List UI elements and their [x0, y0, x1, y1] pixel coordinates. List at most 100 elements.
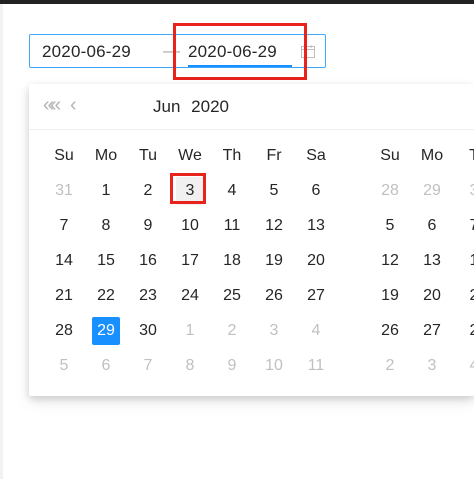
- date-cell[interactable]: 11: [295, 348, 337, 383]
- date-number: 9: [143, 216, 153, 234]
- date-cell[interactable]: 28: [369, 173, 411, 208]
- calendar-header: « « ‹ Jun 2020: [29, 84, 474, 130]
- date-cell[interactable]: 2: [453, 313, 474, 348]
- date-cell[interactable]: 6: [295, 173, 337, 208]
- date-cell[interactable]: 5: [253, 173, 295, 208]
- date-number: 13: [423, 251, 441, 269]
- date-cell[interactable]: 10: [169, 208, 211, 243]
- date-cell[interactable]: 20: [411, 278, 453, 313]
- date-cell[interactable]: 2: [211, 313, 253, 348]
- date-cell[interactable]: 7: [43, 208, 85, 243]
- date-cell[interactable]: 30: [127, 313, 169, 348]
- date-cell[interactable]: 12: [369, 243, 411, 278]
- date-cell[interactable]: 5: [369, 208, 411, 243]
- left-week-row: 31 1 2 3 4 5 6: [43, 173, 337, 208]
- date-cell[interactable]: 8: [85, 208, 127, 243]
- date-number: 20: [423, 286, 441, 304]
- date-number: 9: [227, 356, 237, 374]
- date-cell[interactable]: 3: [253, 313, 295, 348]
- date-cell[interactable]: 14: [43, 243, 85, 278]
- date-cell[interactable]: 6: [85, 348, 127, 383]
- date-number: 3: [269, 321, 279, 339]
- date-cell[interactable]: 1: [453, 243, 474, 278]
- right-weekday-row: Su Mo T: [369, 138, 474, 173]
- date-cell[interactable]: 15: [85, 243, 127, 278]
- date-cell[interactable]: 2: [127, 173, 169, 208]
- date-number: 27: [307, 286, 325, 304]
- date-cell[interactable]: 3: [453, 173, 474, 208]
- left-week-row: 14 15 16 17 18 19 20: [43, 243, 337, 278]
- highlighted-date-cell[interactable]: 3: [169, 173, 211, 208]
- date-cell[interactable]: 28: [43, 313, 85, 348]
- date-cell[interactable]: 19: [253, 243, 295, 278]
- date-cell[interactable]: 7: [453, 208, 474, 243]
- date-cell[interactable]: 6: [411, 208, 453, 243]
- date-number: 21: [55, 286, 73, 304]
- date-number: 26: [381, 321, 399, 339]
- date-number: 7: [460, 212, 474, 240]
- date-number: 15: [97, 251, 115, 269]
- date-number: 23: [139, 286, 157, 304]
- date-cell[interactable]: 24: [169, 278, 211, 313]
- date-cell[interactable]: 27: [295, 278, 337, 313]
- date-cell[interactable]: 20: [295, 243, 337, 278]
- date-cell[interactable]: 31: [43, 173, 85, 208]
- date-cell[interactable]: 3: [411, 348, 453, 383]
- date-cell[interactable]: 10: [253, 348, 295, 383]
- date-cell[interactable]: 8: [169, 348, 211, 383]
- date-cell[interactable]: 19: [369, 278, 411, 313]
- date-cell[interactable]: 4: [211, 173, 253, 208]
- header-year[interactable]: 2020: [191, 97, 229, 116]
- header-month[interactable]: Jun: [153, 97, 180, 116]
- date-number: 4: [227, 181, 237, 199]
- date-number: 10: [265, 356, 283, 374]
- date-cell[interactable]: 25: [211, 278, 253, 313]
- date-number: 5: [385, 216, 395, 234]
- date-number: 12: [381, 251, 399, 269]
- date-cell[interactable]: 17: [169, 243, 211, 278]
- date-number: 29: [423, 181, 441, 199]
- date-number: 19: [265, 251, 283, 269]
- date-cell[interactable]: 4: [295, 313, 337, 348]
- date-cell[interactable]: 4: [453, 348, 474, 383]
- date-cell[interactable]: 29: [411, 173, 453, 208]
- date-cell[interactable]: 21: [43, 278, 85, 313]
- date-cell[interactable]: 22: [85, 278, 127, 313]
- date-cell[interactable]: 23: [127, 278, 169, 313]
- date-number: 4: [311, 321, 321, 339]
- date-number: 22: [97, 286, 115, 304]
- date-cell[interactable]: 11: [211, 208, 253, 243]
- calendar-dropdown: « « ‹ Jun 2020 Su Mo Tu We Th Fr Sa 31 1 2 3 4 5 6 7 8 9…: [29, 84, 474, 396]
- date-cell[interactable]: 13: [295, 208, 337, 243]
- date-cell[interactable]: 26: [369, 313, 411, 348]
- weekday-label: Fr: [266, 146, 282, 164]
- date-cell[interactable]: 16: [127, 243, 169, 278]
- prev-month-button[interactable]: ‹: [70, 95, 77, 115]
- date-cell[interactable]: 9: [211, 348, 253, 383]
- date-cell[interactable]: 27: [411, 313, 453, 348]
- selected-date-cell[interactable]: 29: [85, 313, 127, 348]
- date-number: 30: [139, 321, 157, 339]
- date-number: 3: [460, 177, 474, 205]
- weekday-label: Sa: [306, 146, 326, 164]
- date-cell[interactable]: 1: [85, 173, 127, 208]
- start-date-input[interactable]: 2020-06-29: [42, 42, 131, 62]
- date-cell[interactable]: 2: [453, 278, 474, 313]
- date-cell[interactable]: 9: [127, 208, 169, 243]
- date-number: 24: [181, 286, 199, 304]
- date-cell[interactable]: 2: [369, 348, 411, 383]
- date-cell[interactable]: 18: [211, 243, 253, 278]
- weekday-label: Su: [380, 146, 400, 164]
- date-cell[interactable]: 5: [43, 348, 85, 383]
- date-cell[interactable]: 1: [169, 313, 211, 348]
- date-cell[interactable]: 13: [411, 243, 453, 278]
- date-cell[interactable]: 26: [253, 278, 295, 313]
- date-cell[interactable]: 7: [127, 348, 169, 383]
- left-edge: [0, 4, 3, 479]
- weekday-label: Mo: [420, 146, 444, 164]
- right-week-row: 19 20 2: [369, 278, 474, 313]
- date-number: 13: [307, 216, 325, 234]
- date-cell[interactable]: 12: [253, 208, 295, 243]
- month-year-title[interactable]: Jun 2020: [153, 97, 235, 117]
- date-number: 29: [92, 316, 120, 345]
